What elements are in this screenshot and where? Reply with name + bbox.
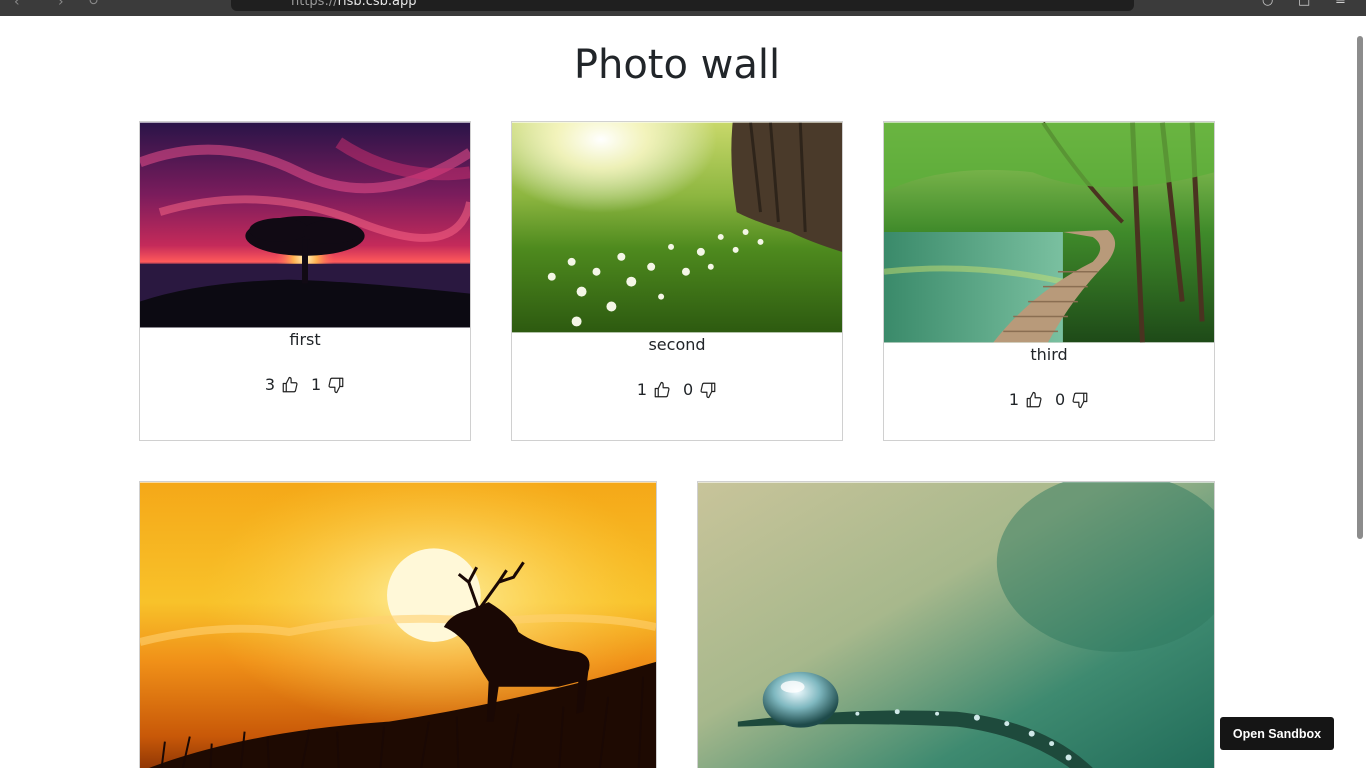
address-bar[interactable]: https://risb.csb.app (231, 0, 1134, 11)
thumbs-down-icon[interactable] (699, 381, 717, 399)
back-icon[interactable]: ‹ (14, 0, 20, 10)
photo-water-droplet (698, 482, 1214, 768)
photo-deer-sunset (140, 482, 656, 768)
vote-row: 1 0 (884, 390, 1214, 409)
thumbs-up-icon[interactable] (281, 376, 299, 394)
like-count: 3 (264, 375, 275, 394)
dislike-count: 0 (683, 380, 694, 399)
photo-caption: third (1030, 345, 1068, 364)
like-count: 1 (1008, 390, 1019, 409)
browser-toolbar: ‹ › ↻ https://risb.csb.app ○ □ ≡ (0, 0, 1366, 16)
reload-icon[interactable]: ↻ (88, 0, 99, 9)
menu-icon[interactable]: ≡ (1335, 0, 1346, 8)
vote-row: 3 1 (140, 375, 470, 394)
photo-tree-sunset (140, 122, 470, 328)
dislike-count: 0 (1055, 390, 1066, 409)
photo-card (139, 481, 657, 768)
scrollbar[interactable] (1354, 16, 1366, 768)
page-title: Photo wall (573, 42, 781, 88)
thumbs-up-icon[interactable] (653, 381, 671, 399)
photo-card: second 1 0 (511, 121, 843, 441)
thumbs-down-icon[interactable] (1071, 391, 1089, 409)
forward-icon[interactable]: › (58, 0, 64, 10)
photo-forest-boardwalk (884, 122, 1214, 343)
vote-row: 1 0 (512, 380, 842, 399)
photo-card: third 1 0 (883, 121, 1215, 441)
account-icon[interactable]: ○ (1262, 0, 1273, 8)
thumbs-up-icon[interactable] (1025, 391, 1043, 409)
photo-card (697, 481, 1215, 768)
like-count: 1 (636, 380, 647, 399)
photo-card: first 3 1 (139, 121, 471, 441)
photo-meadow-flowers (512, 122, 842, 333)
photo-caption: first (289, 330, 321, 349)
dislike-count: 1 (311, 375, 322, 394)
open-sandbox-button[interactable]: Open Sandbox (1220, 717, 1334, 750)
scrollbar-thumb[interactable] (1357, 36, 1363, 539)
photo-caption: second (648, 335, 706, 354)
address-bar-url: https://risb.csb.app (291, 0, 417, 9)
thumbs-down-icon[interactable] (327, 376, 345, 394)
extensions-icon[interactable]: □ (1298, 0, 1310, 8)
